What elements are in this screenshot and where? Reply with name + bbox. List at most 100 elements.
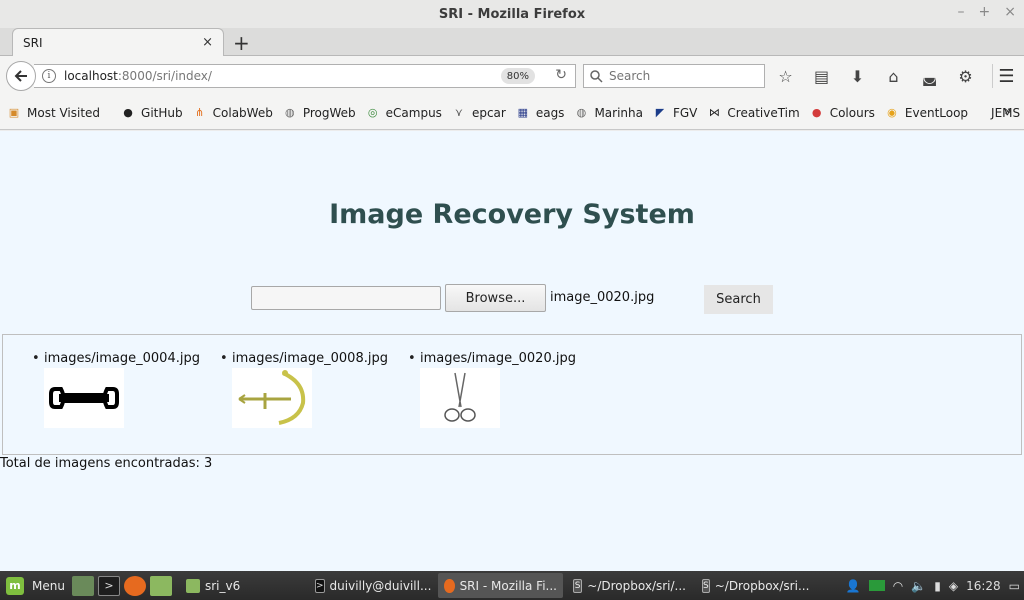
reload-icon[interactable]: ↻ (555, 67, 567, 83)
search-bar[interactable] (583, 64, 765, 88)
result-thumbnail[interactable] (420, 368, 500, 428)
sublime-icon: S (702, 578, 710, 593)
result-thumbnail[interactable] (44, 368, 124, 428)
result-thumbnail[interactable] (232, 368, 312, 428)
tab-strip: SRI × + (0, 28, 1024, 56)
github-icon: ● (123, 106, 133, 119)
sublime-icon: S (573, 578, 583, 593)
bookmark-item[interactable]: ◎ eCampus (365, 106, 442, 120)
mint-logo-icon: m (6, 576, 24, 595)
scissors-image (444, 372, 476, 422)
toolbar-icons: ☆ ▤ ⬇ ⌂ ◛ ⚙ (774, 64, 977, 88)
list-item: • images/image_0004.jpg (32, 351, 200, 428)
bookmark-item[interactable]: ◍ Marinha (573, 106, 643, 120)
clock[interactable]: 16:28 (966, 579, 1001, 593)
terminal-icon: > (315, 578, 325, 593)
colours-icon: ● (811, 106, 822, 119)
window-title: SRI - Mozilla Firefox (438, 6, 586, 22)
user-icon[interactable]: 👤 (846, 579, 861, 593)
show-desktop-icon[interactable] (72, 575, 94, 596)
close-window-button[interactable]: × (1004, 4, 1016, 20)
search-input[interactable] (609, 69, 749, 83)
bowtie-icon: ⋈ (708, 106, 720, 119)
search-button[interactable]: Search (704, 285, 773, 314)
bookmark-star-icon[interactable]: ☆ (774, 64, 797, 88)
crest-icon: ▦ (517, 106, 529, 119)
bullet: • (408, 351, 416, 366)
download-icon[interactable]: ⬇ (846, 64, 869, 88)
bookmark-item[interactable]: ◉ EventLoop (884, 106, 968, 120)
list-item: • images/image_0008.jpg (220, 351, 388, 428)
eventloop-icon: ◉ (887, 106, 897, 119)
start-menu-button[interactable]: m Menu (0, 576, 72, 595)
taskbar-task[interactable]: S ~/Dropbox/sri/... (567, 573, 692, 598)
page-title: Image Recovery System (329, 199, 695, 230)
wrench-image (49, 387, 119, 409)
battery-icon[interactable]: ▮ (934, 579, 941, 593)
selected-file-name: image_0020.jpg (550, 290, 655, 305)
start-menu-label: Menu (32, 578, 65, 593)
bullet: • (220, 351, 228, 366)
bookmark-item[interactable]: ⋔ ColabWeb (192, 106, 273, 120)
bookmark-item[interactable]: ◍ ProgWeb (282, 106, 356, 120)
bookmark-item[interactable]: ⋈ CreativeTim (706, 106, 800, 120)
tab-sri[interactable]: SRI × (12, 28, 224, 56)
taskbar-task[interactable]: S ~/Dropbox/sri... (696, 573, 814, 598)
list-item: • images/image_0020.jpg (408, 351, 576, 428)
taskbar-task[interactable]: SRI - Mozilla Fi... (438, 573, 563, 598)
display-icon[interactable]: ▭ (1009, 579, 1020, 593)
window-controls: – + × (958, 4, 1016, 20)
home-icon[interactable]: ⌂ (882, 64, 905, 88)
bookmark-item[interactable]: ⋎ epcar (451, 106, 506, 120)
results-container: • images/image_0004.jpg • images/image_0… (2, 334, 1022, 455)
browse-button[interactable]: Browse... (445, 284, 546, 312)
bookmark-item[interactable]: ▣ Most Visited (6, 106, 100, 120)
file-path-field[interactable] (251, 286, 441, 310)
firefox-icon (444, 578, 455, 593)
colabweb-icon: ⋔ (195, 106, 205, 119)
bookmarks-toolbar: ▣ Most Visited ● GitHub ⋔ ColabWeb ◍ ProgWeb… (0, 96, 1024, 130)
result-path: images/image_0020.jpg (420, 351, 576, 366)
url-bar[interactable]: i localhost:8000/sri/index/ 80% ↻ (34, 64, 576, 88)
fgv-icon: ◤ (655, 106, 665, 119)
firefox-icon[interactable] (124, 575, 146, 596)
extension-icon[interactable]: ⚙ (954, 64, 977, 88)
wings-icon: ⋎ (454, 106, 463, 119)
wifi-icon[interactable]: ◠ (893, 579, 903, 593)
files-icon[interactable] (150, 575, 172, 596)
tab-label: SRI (23, 35, 43, 50)
ecampus-icon: ◎ (367, 106, 378, 119)
zoom-indicator[interactable]: 80% (500, 68, 535, 84)
bookmark-item[interactable]: ◤ FGV (652, 106, 698, 120)
globe-icon: ◍ (285, 106, 295, 119)
bullet: • (32, 351, 40, 366)
terminal-icon[interactable]: > (98, 575, 120, 596)
back-arrow-icon (14, 70, 27, 82)
volume-icon[interactable]: 🔈 (911, 579, 926, 593)
folder-icon (186, 578, 200, 593)
bookmark-item[interactable]: ▦ eags (515, 106, 565, 120)
info-icon[interactable]: i (42, 69, 56, 83)
maximize-button[interactable]: + (979, 4, 991, 20)
result-path: images/image_0004.jpg (44, 351, 200, 366)
taskbar-task[interactable]: > duivilly@duivill... (309, 573, 434, 598)
pocket-icon[interactable]: ◛ (918, 64, 941, 88)
hamburger-menu-icon[interactable]: ☰ (992, 64, 1016, 88)
folder-icon: ▣ (8, 106, 20, 119)
system-tray: 👤 ◠ 🔈 ▮ ◈ 16:28 ▭ (846, 571, 1020, 600)
reading-list-icon[interactable]: ▤ (810, 64, 833, 88)
search-icon (590, 69, 603, 83)
bookmarks-overflow-button[interactable]: » (1004, 104, 1012, 119)
bookmark-item[interactable]: ● Colours (809, 106, 875, 120)
system-taskbar: m Menu > sri_v6 > duivilly@duivill... SR… (0, 571, 1024, 600)
new-tab-button[interactable]: + (233, 31, 250, 55)
bookmark-item[interactable]: ● GitHub (120, 106, 182, 120)
minimize-button[interactable]: – (958, 4, 965, 20)
results-total: Total de imagens encontradas: 3 (0, 456, 213, 471)
back-button[interactable] (6, 61, 36, 91)
taskbar-task[interactable]: sri_v6 (180, 573, 305, 598)
tab-close-icon[interactable]: × (202, 35, 213, 50)
keyboard-layout-icon[interactable] (868, 580, 885, 591)
navigation-toolbar: i localhost:8000/sri/index/ 80% ↻ ☆ ▤ ⬇ … (0, 56, 1024, 96)
shield-icon[interactable]: ◈ (949, 579, 958, 593)
